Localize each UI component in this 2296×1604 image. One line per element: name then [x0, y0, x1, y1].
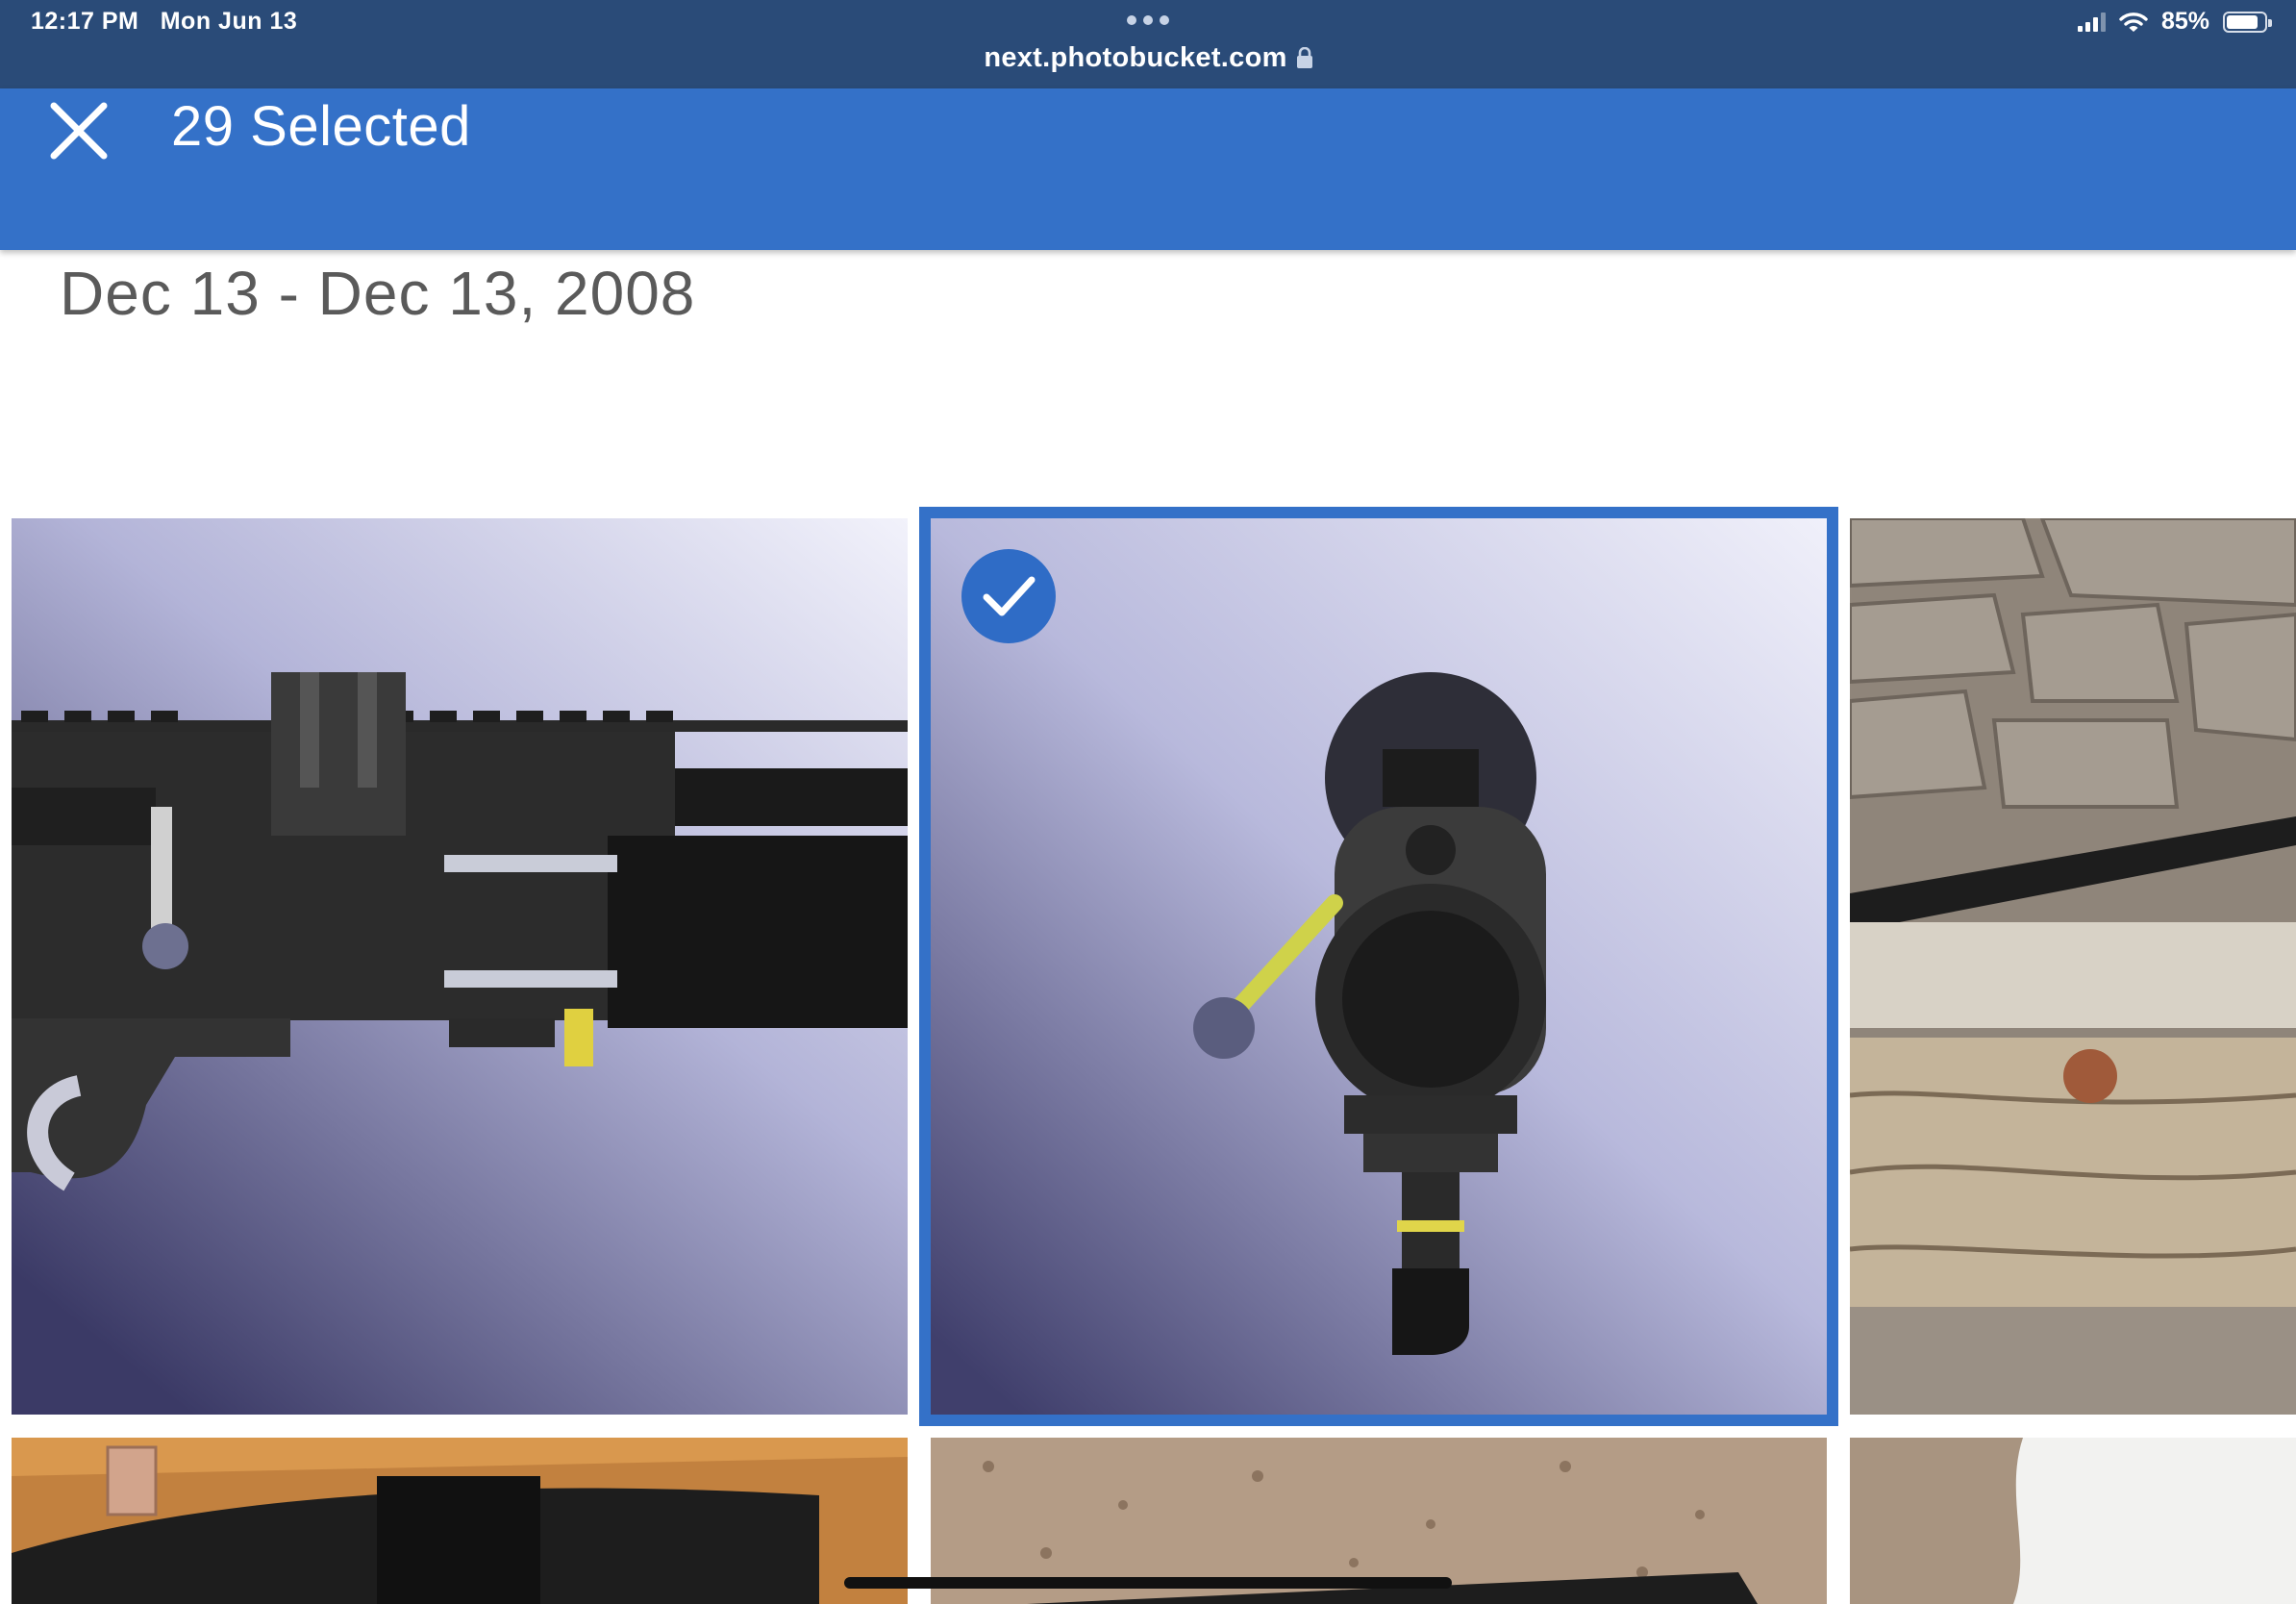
address-bar-url: next.photobucket.com	[984, 42, 1287, 73]
photo-tile[interactable]	[1850, 518, 2296, 1415]
close-selection-button[interactable]	[42, 94, 115, 167]
wifi-icon	[2119, 12, 2148, 32]
photo-tile[interactable]	[12, 1438, 908, 1604]
battery-percent: 85%	[2160, 8, 2209, 35]
photo-image	[12, 1438, 908, 1604]
photo-image	[12, 518, 908, 1415]
photo-tile[interactable]	[12, 518, 908, 1415]
checkmark-icon	[983, 576, 1036, 616]
date-range-heading: Dec 13 - Dec 13, 2008	[60, 259, 696, 328]
battery-icon	[2223, 11, 2272, 33]
address-bar[interactable]: next.photobucket.com	[0, 42, 2296, 74]
lock-icon	[1296, 47, 1312, 68]
clock-date: Mon Jun 13	[160, 8, 298, 35]
photo-tile-selected[interactable]	[931, 518, 1827, 1415]
home-indicator[interactable]	[844, 1577, 1452, 1589]
cellular-signal-icon	[2077, 12, 2106, 32]
tab-overview-dots-icon[interactable]	[1127, 15, 1169, 27]
selection-toolbar: 29 Selected	[0, 88, 2296, 250]
clock-time: 12:17 PM	[31, 8, 139, 35]
photo-tile[interactable]	[1850, 1438, 2296, 1604]
selected-check-badge[interactable]	[961, 549, 1056, 643]
photo-image	[1850, 518, 2296, 1415]
selected-count-label: 29 Selected	[171, 95, 471, 158]
status-time: 12:17 PM Mon Jun 13	[31, 8, 297, 36]
status-bar: 12:17 PM Mon Jun 13 next.photobucket.com…	[0, 0, 2296, 88]
photo-image	[1850, 1438, 2296, 1604]
status-indicators: 85%	[2077, 8, 2272, 36]
photo-image	[931, 518, 1827, 1415]
close-icon	[50, 102, 108, 160]
